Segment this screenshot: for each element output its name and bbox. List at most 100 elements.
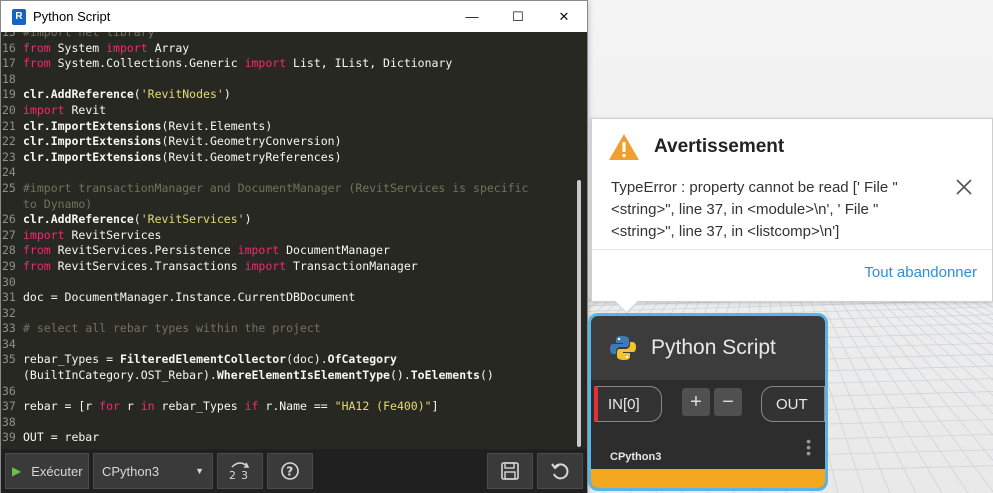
- code-line[interactable]: 16 from System import Array: [1, 41, 587, 57]
- code-line[interactable]: 25 #import transactionManager and Documen…: [1, 181, 587, 197]
- code-token: OUT = rebar: [23, 430, 100, 445]
- code-line[interactable]: 28 from RevitServices.Persistence import …: [1, 243, 587, 259]
- code-token: ): [244, 212, 252, 227]
- code-line[interactable]: 30: [1, 275, 587, 291]
- code-line[interactable]: 27 import RevitServices: [1, 228, 587, 244]
- code-line[interactable]: 21 clr.ImportExtensions(Revit.Elements): [1, 119, 587, 135]
- code-line[interactable]: 31 doc = DocumentManager.Instance.Current…: [1, 290, 587, 306]
- code-line[interactable]: 20 import Revit: [1, 103, 587, 119]
- code-text: #import transactionManager and DocumentM…: [23, 181, 587, 197]
- line-number: 19: [2, 87, 16, 102]
- code-text: import RevitServices: [23, 228, 587, 244]
- node-menu-icon[interactable]: • • •: [806, 434, 811, 460]
- code-token: RevitServices.Persistence: [50, 243, 238, 258]
- line-number: 24: [2, 165, 16, 180]
- line-number: 15: [2, 32, 16, 39]
- code-token: (doc).: [286, 352, 328, 367]
- code-text: clr.ImportExtensions(Revit.GeometryConve…: [23, 134, 587, 150]
- code-line[interactable]: 17 from System.Collections.Generic import…: [1, 56, 587, 72]
- code-line[interactable]: 39 OUT = rebar: [1, 430, 587, 446]
- code-line[interactable]: (BuiltInCategory.OST_Rebar).WhereElement…: [1, 368, 587, 384]
- save-icon: [501, 462, 519, 480]
- minimize-button[interactable]: —: [449, 1, 495, 32]
- convert-code-button[interactable]: 2 3: [217, 453, 263, 489]
- close-warning-button[interactable]: [954, 177, 974, 202]
- code-text: import Revit: [23, 103, 587, 119]
- close-button[interactable]: ✕: [541, 1, 587, 32]
- run-button[interactable]: ▶ Exécuter: [5, 453, 89, 489]
- code-token: FilteredElementCollector: [119, 352, 287, 367]
- code-token: ]: [431, 399, 439, 414]
- code-token: Array: [147, 40, 190, 55]
- code-text: # select all rebar types within the proj…: [23, 321, 587, 337]
- title-bar[interactable]: R Python Script — ☐ ✕: [1, 1, 587, 32]
- code-token: import: [23, 227, 65, 242]
- code-token: (Revit.GeometryReferences): [161, 149, 342, 164]
- save-button[interactable]: [487, 453, 533, 489]
- output-port-out[interactable]: OUT: [761, 386, 825, 422]
- code-token: ToElements: [410, 368, 480, 383]
- maximize-button[interactable]: ☐: [495, 1, 541, 32]
- line-number: 35: [2, 352, 16, 367]
- code-text: from System.Collections.Generic import L…: [23, 56, 587, 72]
- remove-input-button[interactable]: −: [714, 388, 742, 416]
- code-text: rebar = [r for r in rebar_Types if r.Nam…: [23, 399, 587, 415]
- svg-text:2: 2: [229, 469, 236, 482]
- code-line[interactable]: 18: [1, 72, 587, 88]
- line-number: 22: [2, 134, 16, 149]
- code-line[interactable]: 22 clr.ImportExtensions(Revit.GeometryCon…: [1, 134, 587, 150]
- add-input-button[interactable]: +: [682, 388, 710, 416]
- code-token: System.Collections.Generic: [50, 56, 245, 71]
- code-token: r: [119, 399, 141, 414]
- code-token: ): [223, 87, 231, 102]
- code-line[interactable]: 24: [1, 165, 587, 181]
- help-icon: ?: [281, 462, 299, 480]
- code-line[interactable]: 19 clr.AddReference('RevitNodes'): [1, 87, 587, 103]
- code-line[interactable]: 36: [1, 384, 587, 400]
- code-line[interactable]: 35 rebar_Types = FilteredElementCollector…: [1, 352, 587, 368]
- code-token: (Revit.Elements): [161, 118, 273, 133]
- code-token: (BuiltInCategory.OST_Rebar).: [23, 368, 217, 383]
- code-line[interactable]: 15 #import net library: [1, 32, 587, 41]
- code-token: clr.AddReference: [23, 87, 134, 102]
- dismiss-all-link[interactable]: Tout abandonner: [864, 264, 977, 281]
- line-number: 37: [2, 399, 16, 414]
- code-line[interactable]: to Dynamo): [1, 197, 587, 213]
- code-text: OUT = rebar: [23, 430, 587, 446]
- convert-2to3-icon: 2 3: [229, 462, 250, 482]
- code-token: TransactionManager: [286, 258, 418, 273]
- code-line[interactable]: 32: [1, 306, 587, 322]
- code-token: (: [133, 87, 141, 102]
- code-token: (: [133, 212, 141, 227]
- code-token: #import transactionManager and DocumentM…: [23, 180, 529, 195]
- help-button[interactable]: ?: [267, 453, 313, 489]
- code-token: System: [50, 40, 107, 55]
- close-icon: [956, 179, 972, 195]
- code-line[interactable]: 23 clr.ImportExtensions(Revit.GeometryRef…: [1, 150, 587, 166]
- input-port-in0[interactable]: IN[0]: [594, 386, 662, 422]
- code-token: # select all rebar types within the proj…: [23, 321, 321, 336]
- revert-button[interactable]: [537, 453, 583, 489]
- line-number: 30: [2, 274, 16, 289]
- python-script-node[interactable]: Python Script IN[0] + − OUT CPython3 • • •: [588, 313, 828, 491]
- code-line[interactable]: 29 from RevitServices.Transactions import…: [1, 259, 587, 275]
- code-token: from: [23, 258, 51, 273]
- code-token: rebar_Types: [154, 399, 245, 414]
- code-line[interactable]: 33 # select all rebar types within the pr…: [1, 321, 587, 337]
- code-line[interactable]: 37 rebar = [r for r in rebar_Types if r.N…: [1, 399, 587, 415]
- code-token: to Dynamo): [23, 196, 93, 211]
- code-line[interactable]: 34: [1, 337, 587, 353]
- line-number: 23: [2, 149, 16, 164]
- line-number: 28: [2, 243, 16, 258]
- engine-select-value: CPython3: [102, 463, 160, 479]
- code-line[interactable]: 38: [1, 415, 587, 431]
- code-line[interactable]: 26 clr.AddReference('RevitServices'): [1, 212, 587, 228]
- vertical-scrollbar[interactable]: [577, 180, 581, 447]
- code-editor[interactable]: 15 #import net library 16 from System impor…: [1, 32, 587, 449]
- code-token: 'RevitNodes': [140, 87, 224, 102]
- engine-select[interactable]: CPython3 ▼: [93, 453, 213, 489]
- python-editor-window: R Python Script — ☐ ✕ 15 #import net libr…: [0, 0, 588, 493]
- code-token: clr.AddReference: [23, 212, 134, 227]
- dropdown-arrow-icon: ▼: [195, 466, 204, 476]
